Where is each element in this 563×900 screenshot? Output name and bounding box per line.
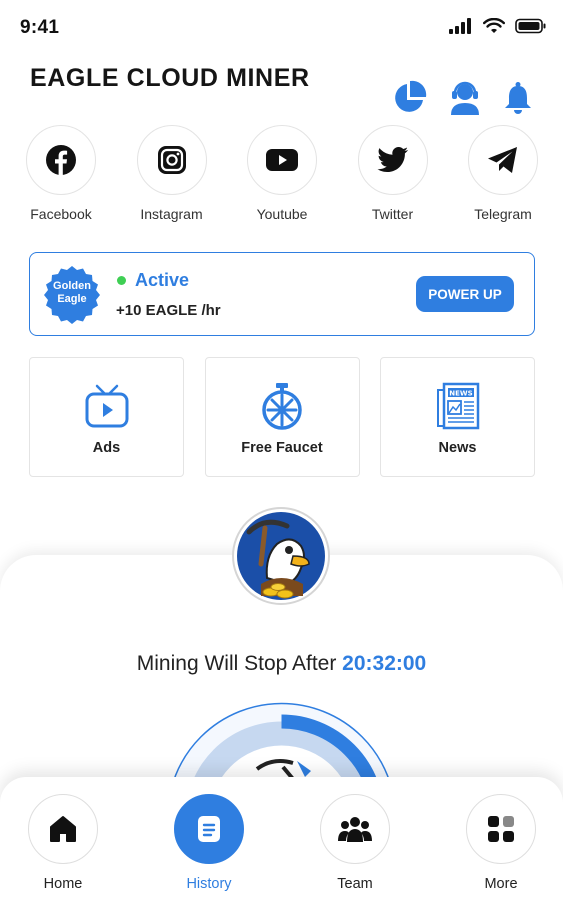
status-bar: 9:41 — [0, 0, 563, 56]
mining-status-card: Golden Eagle Active +10 EAGLE /hr POWER … — [29, 252, 535, 336]
nav-history-button[interactable] — [174, 794, 244, 864]
nav-more[interactable]: More — [461, 794, 541, 892]
tile-news-label: News — [438, 440, 477, 456]
social-telegram-button[interactable] — [468, 125, 538, 195]
battery-icon — [515, 18, 546, 34]
active-status-dot — [117, 276, 126, 285]
tv-play-icon — [85, 384, 128, 428]
support-agent-icon[interactable] — [449, 80, 481, 116]
bell-icon[interactable] — [503, 81, 533, 115]
nav-history[interactable]: History — [169, 794, 249, 892]
instagram-icon — [157, 146, 186, 174]
wifi-icon — [483, 18, 505, 33]
nav-history-label: History — [186, 876, 232, 892]
social-facebook[interactable]: Facebook — [25, 125, 97, 222]
social-instagram[interactable]: Instagram — [136, 125, 208, 222]
social-facebook-button[interactable] — [26, 125, 96, 195]
mining-countdown-timer: 20:32:00 — [342, 652, 427, 675]
nav-home-button[interactable] — [28, 794, 98, 864]
mining-rate-text: +10 EAGLE /hr — [116, 302, 221, 319]
social-youtube-button[interactable] — [247, 125, 317, 195]
mining-countdown-label: Mining Will Stop After — [136, 652, 343, 675]
social-youtube[interactable]: Youtube — [246, 125, 318, 222]
tile-faucet-icon-wrap — [260, 382, 304, 430]
history-document-icon — [198, 816, 220, 842]
power-up-button[interactable]: POWER UP — [416, 276, 514, 312]
nav-home[interactable]: Home — [23, 794, 103, 892]
feature-tiles: Ads Free Faucet NEWS News — [29, 357, 535, 477]
grid-more-icon — [488, 816, 514, 842]
nav-more-button[interactable] — [466, 794, 536, 864]
cellular-signal-icon — [449, 18, 471, 34]
social-twitter-label: Twitter — [371, 206, 414, 222]
faucet-wheel-icon — [262, 383, 302, 430]
app-title: EAGLE CLOUD MINER — [30, 64, 310, 92]
tile-free-faucet-label: Free Faucet — [241, 440, 323, 456]
social-telegram-label: Telegram — [474, 206, 532, 222]
social-instagram-label: Instagram — [140, 206, 203, 222]
tile-ads-icon-wrap — [84, 382, 130, 430]
newspaper-icon: NEWS — [436, 382, 479, 430]
tile-ads-label: Ads — [92, 440, 121, 456]
twitter-icon — [376, 147, 408, 172]
facebook-icon — [46, 145, 76, 175]
mining-countdown: Mining Will Stop After 20:32:00 — [0, 652, 563, 676]
nav-more-label: More — [484, 876, 518, 892]
active-status-text: Active — [135, 270, 190, 290]
badge-line-1: Golden — [53, 280, 91, 292]
nav-team-button[interactable] — [320, 794, 390, 864]
social-telegram[interactable]: Telegram — [467, 125, 539, 222]
social-links-row: Facebook Instagram Youtube Twitter Teleg… — [25, 125, 539, 222]
pie-chart-icon[interactable] — [391, 80, 427, 116]
nav-team[interactable]: Team — [315, 794, 395, 892]
badge-text: Golden Eagle — [42, 280, 102, 306]
team-icon — [338, 817, 372, 842]
tile-ads[interactable]: Ads — [29, 357, 184, 477]
telegram-icon — [488, 147, 517, 173]
bottom-navigation: Home History Team More — [0, 777, 563, 900]
tile-news-icon-wrap: NEWS — [436, 382, 480, 430]
social-twitter-button[interactable] — [357, 125, 428, 195]
status-time: 9:41 — [20, 17, 60, 38]
social-facebook-label: Facebook — [30, 206, 92, 222]
youtube-icon — [266, 149, 298, 171]
svg-text:NEWS: NEWS — [449, 390, 472, 398]
header-actions — [391, 80, 533, 116]
eagle-mascot-icon — [232, 507, 330, 605]
social-youtube-label: Youtube — [256, 206, 308, 222]
social-instagram-button[interactable] — [136, 125, 207, 195]
home-icon — [50, 816, 76, 842]
social-twitter[interactable]: Twitter — [357, 125, 429, 222]
badge-line-2: Eagle — [57, 293, 87, 305]
tile-free-faucet[interactable]: Free Faucet — [204, 357, 360, 477]
nav-team-label: Team — [337, 876, 373, 892]
status-icons — [449, 18, 547, 34]
nav-home-label: Home — [43, 876, 83, 892]
tile-news[interactable]: NEWS News — [380, 357, 535, 477]
